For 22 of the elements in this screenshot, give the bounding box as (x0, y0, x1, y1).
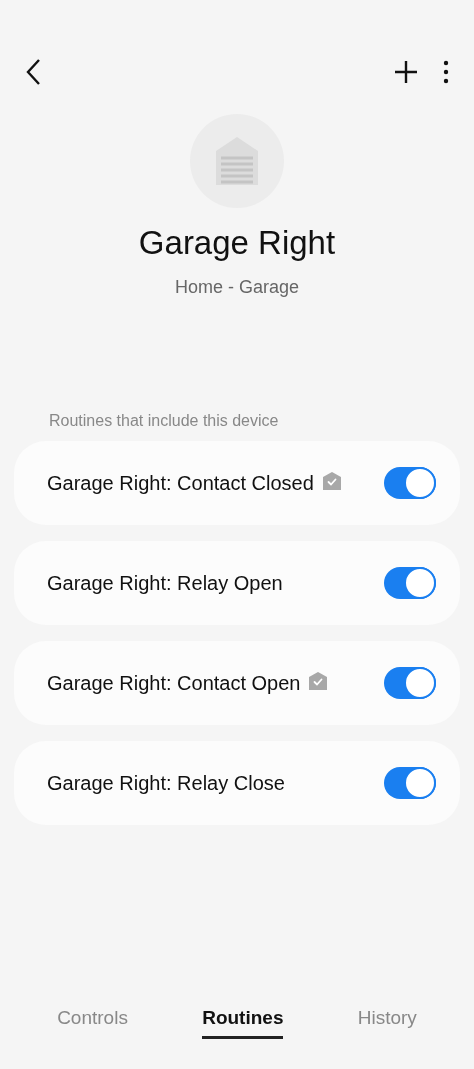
house-check-icon (321, 470, 342, 491)
more-icon[interactable] (442, 60, 450, 84)
routine-card[interactable]: Garage Right: Contact Open (14, 640, 460, 725)
section-label: Routines that include this device (49, 410, 280, 431)
routine-card[interactable]: Garage Right: Relay Open (14, 540, 460, 625)
toggle-switch[interactable] (384, 466, 436, 499)
device-location: Home - Garage (174, 275, 300, 299)
add-icon[interactable] (394, 60, 418, 84)
device-title: Garage Right (138, 223, 336, 263)
tab[interactable]: Routines (202, 1003, 284, 1039)
routine-card[interactable]: Garage Right: Contact Closed (14, 440, 460, 525)
toggle-switch[interactable] (384, 766, 436, 799)
routine-name: Garage Right: Contact Open (47, 670, 301, 696)
routine-name: Garage Right: Contact Closed (47, 470, 314, 496)
routine-name: Garage Right: Relay Close (47, 770, 285, 796)
garage-door-icon (214, 137, 260, 185)
house-check-icon (308, 670, 329, 691)
routine-card[interactable]: Garage Right: Relay Close (14, 740, 460, 825)
routine-name: Garage Right: Relay Open (47, 570, 283, 596)
toggle-switch[interactable] (384, 666, 436, 699)
back-icon[interactable] (24, 57, 42, 87)
toggle-switch[interactable] (384, 566, 436, 599)
